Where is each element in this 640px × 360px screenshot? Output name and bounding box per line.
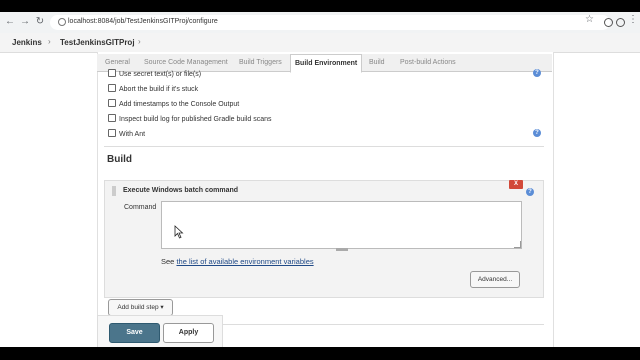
jenkins-header: Jenkins › TestJenkinsGITProj › <box>0 33 640 53</box>
breadcrumb-jenkins[interactable]: Jenkins <box>12 38 42 47</box>
apply-button[interactable]: Apply <box>163 323 214 343</box>
help-icon[interactable]: ? <box>533 129 541 137</box>
tab-build[interactable]: Build <box>365 54 389 71</box>
option-timestamps[interactable]: Add timestamps to the Console Output <box>108 99 239 108</box>
checkbox[interactable] <box>108 129 116 137</box>
option-with-ant[interactable]: With Ant <box>108 129 145 138</box>
option-gradle-scans[interactable]: Inspect build log for published Gradle b… <box>108 114 272 123</box>
checkbox[interactable] <box>108 99 116 107</box>
top-frame <box>0 0 640 12</box>
advanced-button[interactable]: Advanced... <box>470 271 520 288</box>
build-step-title: Execute Windows batch command <box>123 187 239 194</box>
checkbox[interactable] <box>108 114 116 122</box>
section-divider <box>104 146 544 147</box>
browser-toolbar: ← → ↻ localhost:8084/job/TestJenkinsGITP… <box>0 12 640 34</box>
checkbox[interactable] <box>108 84 116 92</box>
extension-icon[interactable] <box>604 18 613 27</box>
star-icon[interactable]: ☆ <box>585 14 594 25</box>
profile-icon[interactable] <box>616 18 625 27</box>
breadcrumb-chevron-icon[interactable]: › <box>138 37 141 46</box>
save-button[interactable]: Save <box>109 323 160 343</box>
address-bar[interactable]: localhost:8084/job/TestJenkinsGITProj/co… <box>50 15 610 30</box>
see-prefix: See <box>161 257 175 266</box>
option-label: Inspect build log for published Gradle b… <box>119 116 272 123</box>
textarea-resize-handle[interactable] <box>336 248 348 251</box>
tab-post-build-actions[interactable]: Post-build Actions <box>396 54 460 71</box>
option-label: Add timestamps to the Console Output <box>119 101 240 108</box>
add-build-step-button[interactable]: Add build step ▾ <box>108 299 173 316</box>
env-vars-link[interactable]: the list of available environment variab… <box>176 257 313 266</box>
help-icon[interactable]: ? <box>526 188 534 196</box>
breadcrumb-project[interactable]: TestJenkinsGITProj <box>60 38 135 47</box>
drag-handle[interactable] <box>112 186 116 196</box>
lock-icon <box>58 18 66 26</box>
option-label: With Ant <box>119 131 146 138</box>
checkbox[interactable] <box>108 69 116 77</box>
option-secret-text[interactable]: Use secret text(s) or file(s) <box>108 69 201 78</box>
delete-step-button[interactable]: X <box>509 180 523 189</box>
env-vars-hint: See the list of available environment va… <box>161 257 314 266</box>
option-label: Abort the build if it's stuck <box>119 86 199 93</box>
breadcrumb-chevron-icon: › <box>48 37 51 46</box>
tab-build-triggers[interactable]: Build Triggers <box>235 54 286 71</box>
url-text: localhost:8084/job/TestJenkinsGITProj/co… <box>68 18 218 25</box>
back-arrow-icon[interactable]: ← <box>4 16 16 28</box>
dropdown-caret-icon: ▾ <box>160 304 164 311</box>
build-section-title: Build <box>107 154 132 165</box>
reload-icon[interactable]: ↻ <box>34 16 46 28</box>
bottom-frame <box>0 347 640 360</box>
command-label: Command <box>124 204 157 211</box>
mouse-cursor-icon <box>174 225 184 239</box>
tab-build-environment[interactable]: Build Environment <box>290 54 363 73</box>
help-icon[interactable]: ? <box>533 69 541 77</box>
forward-arrow-icon[interactable]: → <box>19 16 31 28</box>
option-label: Use secret text(s) or file(s) <box>119 71 202 78</box>
resize-grip-icon[interactable] <box>514 241 521 248</box>
command-textarea[interactable] <box>161 201 522 249</box>
add-build-step-label: Add build step <box>117 304 159 311</box>
menu-icon[interactable]: ⋮ <box>628 14 638 25</box>
step-bottom-border <box>104 297 542 298</box>
option-abort-stuck[interactable]: Abort the build if it's stuck <box>108 84 198 93</box>
